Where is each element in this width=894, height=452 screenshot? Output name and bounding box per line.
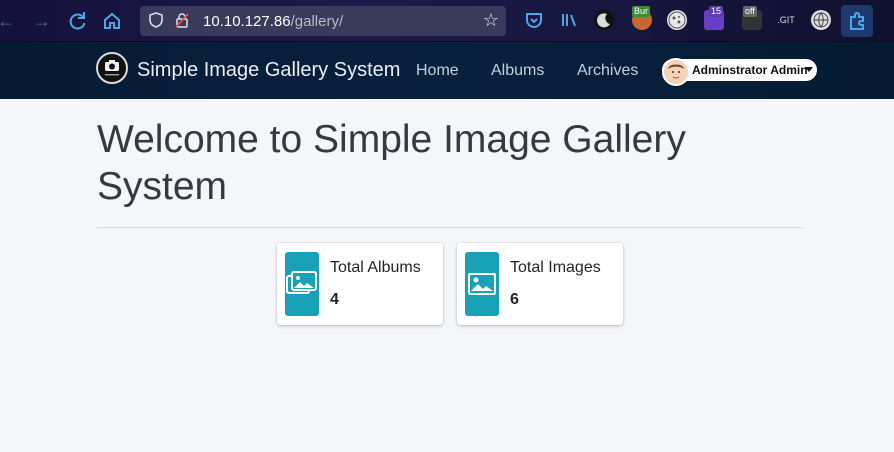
extension-count-badge: 15: [709, 6, 724, 17]
stat-value: 6: [510, 291, 519, 308]
forward-icon[interactable]: →: [30, 9, 54, 33]
user-name[interactable]: Adminstrator Admin: [692, 63, 808, 77]
extensions-menu-button[interactable]: [841, 5, 873, 37]
chevron-down-icon[interactable]: [805, 67, 813, 72]
reload-icon[interactable]: [65, 9, 89, 33]
insecure-lock-icon[interactable]: [175, 12, 189, 28]
library-icon[interactable]: [560, 10, 580, 30]
stat-value: 4: [330, 291, 339, 308]
nav-home[interactable]: Home: [416, 62, 459, 80]
image-icon: [468, 273, 496, 295]
stat-icon-bg: [465, 252, 499, 316]
nav-albums[interactable]: Albums: [491, 62, 544, 80]
images-icon: [286, 271, 317, 294]
brand-title[interactable]: Simple Image Gallery System: [137, 59, 400, 82]
back-icon[interactable]: ←: [0, 9, 18, 33]
puzzle-icon: [850, 12, 864, 30]
nav-archives[interactable]: Archives: [577, 62, 638, 80]
globe-extension-icon[interactable]: [811, 10, 831, 30]
url-text[interactable]: 10.10.127.86/gallery/: [203, 13, 343, 30]
url-path: /gallery/: [290, 13, 344, 30]
burp-badge: Bur: [632, 6, 651, 17]
stat-card-images[interactable]: Total Images 6: [457, 243, 623, 325]
stat-icon-bg: [285, 252, 319, 316]
bookmark-star-icon[interactable]: ☆: [483, 10, 499, 31]
off-badge: off: [743, 6, 757, 17]
shield-icon: [149, 12, 163, 28]
page-title: Welcome to Simple Image Gallery System: [97, 118, 686, 208]
dark-reader-icon[interactable]: [594, 10, 614, 30]
browser-toolbar: ← → 10.10.127.86/gallery/ ☆ Bur 15 off .…: [0, 0, 894, 42]
avatar: [662, 58, 690, 86]
app-navbar: Simple Image Gallery System Home Albums …: [0, 42, 894, 99]
camera-icon: [105, 60, 119, 76]
cookie-icon[interactable]: [667, 10, 687, 30]
stat-card-albums[interactable]: Total Albums 4: [277, 243, 443, 325]
brand-logo[interactable]: [96, 52, 128, 84]
stat-label: Total Images: [510, 259, 601, 276]
divider: [97, 227, 803, 228]
url-host: 10.10.127.86: [203, 13, 291, 30]
stat-label: Total Albums: [330, 259, 421, 276]
git-extension-icon[interactable]: .GIT: [776, 10, 796, 30]
url-bar[interactable]: 10.10.127.86/gallery/ ☆: [140, 6, 506, 36]
pocket-icon[interactable]: [524, 10, 544, 30]
home-icon[interactable]: [100, 9, 124, 33]
